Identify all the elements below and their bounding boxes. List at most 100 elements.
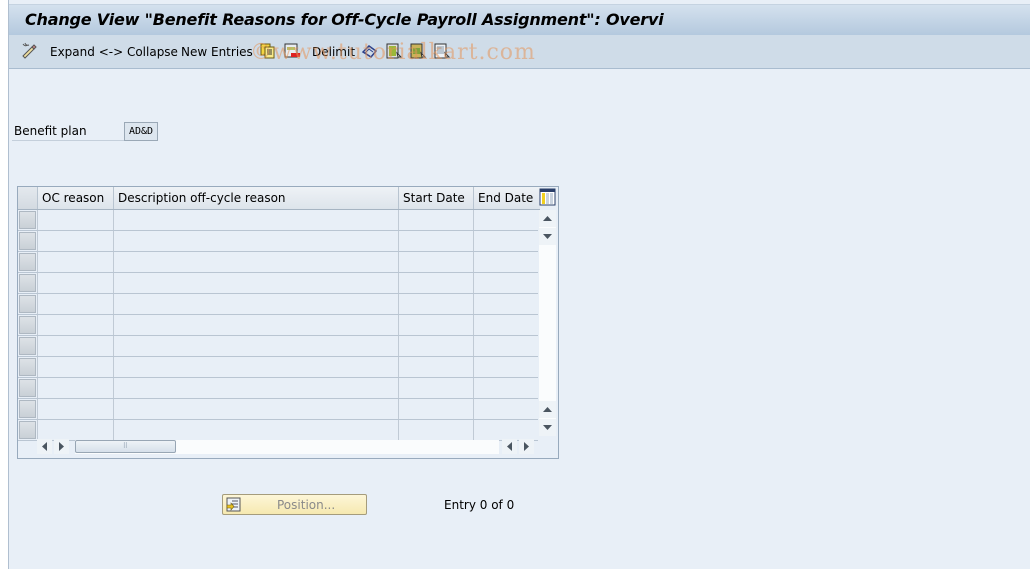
table-row[interactable] bbox=[18, 252, 538, 273]
scroll-left-button[interactable] bbox=[37, 439, 52, 454]
row-selector[interactable] bbox=[19, 274, 36, 292]
table-cell[interactable] bbox=[113, 315, 398, 335]
row-selector[interactable] bbox=[19, 379, 36, 397]
table-cell[interactable] bbox=[473, 378, 540, 398]
table-cell[interactable] bbox=[398, 378, 473, 398]
table-cell[interactable] bbox=[398, 231, 473, 251]
table-cell[interactable] bbox=[398, 420, 473, 440]
row-selector[interactable] bbox=[19, 253, 36, 271]
row-selector[interactable] bbox=[19, 211, 36, 229]
row-selector[interactable] bbox=[19, 295, 36, 313]
table-cell[interactable] bbox=[113, 336, 398, 356]
row-selector[interactable] bbox=[19, 421, 36, 439]
table-row[interactable] bbox=[18, 273, 538, 294]
table-cell[interactable] bbox=[37, 420, 113, 440]
table-cell[interactable] bbox=[473, 294, 540, 314]
scroll-right-button[interactable] bbox=[54, 439, 69, 454]
horizontal-scrollbar[interactable]: ⠿ bbox=[37, 438, 538, 455]
table-cell[interactable] bbox=[473, 252, 540, 272]
table-cell[interactable] bbox=[37, 210, 113, 230]
table-row[interactable] bbox=[18, 315, 538, 336]
table-cell[interactable] bbox=[473, 231, 540, 251]
new-entries-button[interactable]: New Entries bbox=[181, 43, 253, 61]
table-cell[interactable] bbox=[37, 273, 113, 293]
arrow-right-icon bbox=[524, 442, 529, 451]
table-cell[interactable] bbox=[473, 210, 540, 230]
table-cell[interactable] bbox=[113, 294, 398, 314]
table-cell[interactable] bbox=[37, 378, 113, 398]
horizontal-scroll-thumb[interactable]: ⠿ bbox=[75, 440, 176, 453]
row-selector[interactable] bbox=[19, 316, 36, 334]
expand-collapse-button[interactable]: Expand <-> Collapse bbox=[50, 43, 178, 61]
table-cell[interactable] bbox=[473, 315, 540, 335]
deselect-all-icon[interactable] bbox=[433, 42, 451, 60]
select-all-icon[interactable] bbox=[385, 42, 403, 60]
scroll-right-end-button[interactable] bbox=[519, 439, 534, 454]
table-cell[interactable] bbox=[473, 336, 540, 356]
table-cell[interactable] bbox=[398, 294, 473, 314]
table-row[interactable] bbox=[18, 294, 538, 315]
table-cell[interactable] bbox=[113, 231, 398, 251]
scroll-page-up-button[interactable] bbox=[539, 210, 556, 227]
table-cell[interactable] bbox=[113, 252, 398, 272]
table-cell[interactable] bbox=[398, 357, 473, 377]
table-cell[interactable] bbox=[473, 399, 540, 419]
table-cell[interactable] bbox=[113, 420, 398, 440]
table-row[interactable] bbox=[18, 357, 538, 378]
delimit-button[interactable]: Delimit bbox=[312, 43, 355, 61]
table-cell[interactable] bbox=[37, 336, 113, 356]
table-row[interactable] bbox=[18, 210, 538, 231]
table-cell[interactable] bbox=[37, 294, 113, 314]
table-cell[interactable] bbox=[398, 273, 473, 293]
vertical-scrollbar[interactable] bbox=[539, 210, 556, 436]
row-selector[interactable] bbox=[19, 400, 36, 418]
scroll-page-down-button[interactable] bbox=[539, 228, 556, 245]
table-cell[interactable] bbox=[113, 399, 398, 419]
delete-icon[interactable] bbox=[283, 42, 301, 60]
table-header: OC reason Description off-cycle reason S… bbox=[18, 187, 540, 210]
table-row[interactable] bbox=[18, 336, 538, 357]
row-selector[interactable] bbox=[19, 232, 36, 250]
select-block-icon[interactable] bbox=[409, 42, 427, 60]
table-row[interactable] bbox=[18, 231, 538, 252]
arrow-up-icon bbox=[543, 407, 552, 412]
table-settings-icon[interactable] bbox=[539, 188, 556, 206]
table-row[interactable] bbox=[18, 378, 538, 399]
table-cell[interactable] bbox=[398, 315, 473, 335]
column-header-start-date[interactable]: Start Date bbox=[398, 187, 473, 209]
column-header-description[interactable]: Description off-cycle reason bbox=[113, 187, 398, 209]
table-body bbox=[18, 210, 538, 441]
table-row[interactable] bbox=[18, 399, 538, 420]
table-cell[interactable] bbox=[398, 252, 473, 272]
scroll-up-button[interactable] bbox=[539, 401, 556, 418]
display-change-icon[interactable] bbox=[20, 42, 38, 60]
table-cell[interactable] bbox=[473, 273, 540, 293]
position-button-label: Position... bbox=[277, 498, 336, 512]
row-selector[interactable] bbox=[19, 337, 36, 355]
table-cell[interactable] bbox=[113, 378, 398, 398]
undo-icon[interactable] bbox=[361, 42, 379, 60]
table-cell[interactable] bbox=[473, 357, 540, 377]
table-cell[interactable] bbox=[398, 399, 473, 419]
table-cell[interactable] bbox=[113, 357, 398, 377]
copy-icon[interactable] bbox=[259, 42, 277, 60]
scroll-left-end-button[interactable] bbox=[502, 439, 517, 454]
table-cell[interactable] bbox=[37, 399, 113, 419]
table-cell[interactable] bbox=[398, 336, 473, 356]
table-cell[interactable] bbox=[398, 210, 473, 230]
benefit-plan-field: AD&D bbox=[124, 122, 158, 141]
table-cell[interactable] bbox=[113, 210, 398, 230]
column-header-end-date[interactable]: End Date bbox=[473, 187, 540, 209]
select-all-rows-button[interactable] bbox=[18, 187, 37, 209]
table-cell[interactable] bbox=[473, 420, 540, 440]
scroll-down-button[interactable] bbox=[539, 419, 556, 436]
position-icon bbox=[226, 497, 241, 512]
table-cell[interactable] bbox=[37, 231, 113, 251]
table-cell[interactable] bbox=[113, 273, 398, 293]
position-button[interactable]: Position... bbox=[222, 494, 367, 515]
column-header-oc-reason[interactable]: OC reason bbox=[37, 187, 113, 209]
table-cell[interactable] bbox=[37, 357, 113, 377]
table-cell[interactable] bbox=[37, 315, 113, 335]
table-cell[interactable] bbox=[37, 252, 113, 272]
row-selector[interactable] bbox=[19, 358, 36, 376]
